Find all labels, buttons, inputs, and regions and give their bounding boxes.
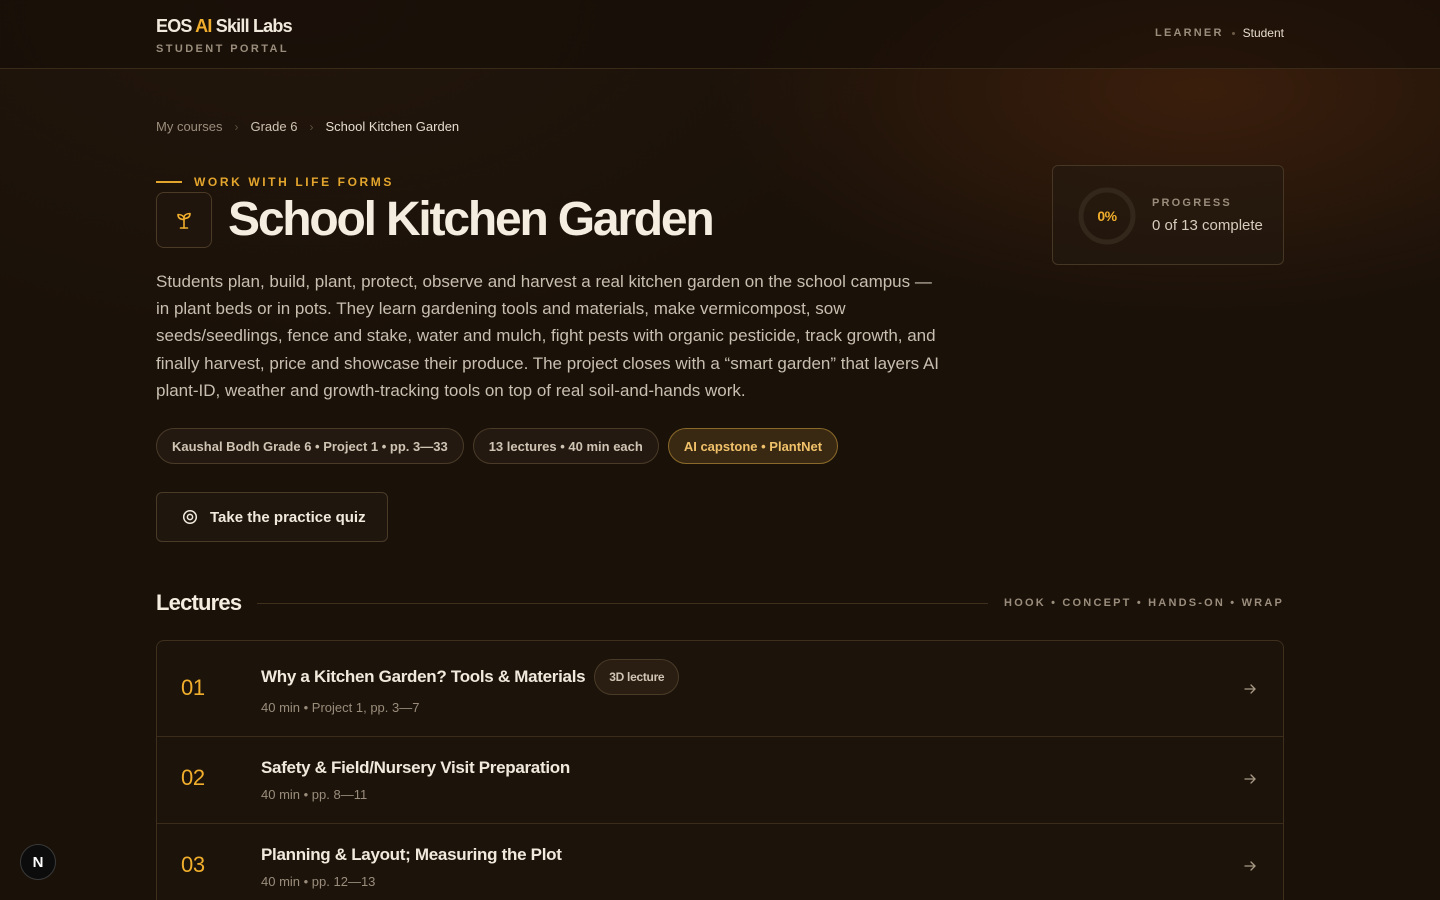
lecture-phases: HOOK • CONCEPT • HANDS-ON • WRAP: [1004, 597, 1284, 609]
breadcrumb-current: School Kitchen Garden: [325, 119, 460, 134]
chevron-right-icon: ›: [234, 119, 239, 134]
lectures-divider: [257, 602, 989, 604]
progress-percent: 0%: [1097, 208, 1117, 224]
arrow-right-icon: [1244, 684, 1256, 694]
lecture-number: 03: [181, 852, 205, 877]
lecture-meta: 40 min • pp. 12—13: [261, 874, 376, 889]
lecture-row-03[interactable]: 03 Planning & Layout; Measuring the Plot…: [157, 824, 1283, 900]
lecture-number: 02: [181, 765, 205, 790]
lecture-title: Safety & Field/Nursery Visit Preparation: [261, 758, 570, 778]
dev-tools-badge[interactable]: N: [20, 844, 56, 880]
lecture-title-text: Why a Kitchen Garden? Tools & Materials: [261, 667, 586, 686]
user-name: Student: [1242, 26, 1284, 40]
arrow-right-icon: [1244, 774, 1256, 784]
page-title: School Kitchen Garden: [228, 193, 715, 246]
eyebrow-rule: [156, 181, 182, 183]
course-tags: Kaushal Bodh Grade 6 • Project 1 • pp. 3…: [156, 428, 839, 464]
lecture-number: 01: [181, 675, 205, 700]
user-role: LEARNER: [1155, 27, 1224, 39]
lecture-title-text: Planning & Layout; Measuring the Plot: [261, 845, 562, 864]
lecture-title-text: Safety & Field/Nursery Visit Preparation: [261, 758, 570, 777]
breadcrumb-my-courses[interactable]: My courses: [156, 119, 222, 134]
progress-label: PROGRESS: [1152, 197, 1232, 209]
user-info[interactable]: LEARNER Student: [1155, 26, 1284, 40]
lecture-list: 01 Why a Kitchen Garden? Tools & Materia…: [156, 640, 1284, 900]
practice-quiz-button[interactable]: Take the practice quiz: [156, 492, 388, 542]
target-icon: [182, 509, 198, 525]
brand-logo: EOS AI Skill Labs: [156, 16, 293, 36]
breadcrumb-grade[interactable]: Grade 6: [250, 119, 297, 134]
category-label: WORK WITH LIFE FORMS: [194, 175, 394, 189]
lectures-header: Lectures HOOK • CONCEPT • HANDS-ON • WRA…: [156, 588, 1284, 618]
sprout-icon: [156, 192, 212, 248]
top-header: EOS AI Skill Labs STUDENT PORTAL LEARNER…: [0, 0, 1440, 69]
3d-lecture-badge: 3D lecture: [594, 659, 680, 695]
arrow-right-icon: [1244, 861, 1256, 871]
breadcrumb: My courses › Grade 6 › School Kitchen Ga…: [156, 119, 459, 134]
lecture-row-02[interactable]: 02 Safety & Field/Nursery Visit Preparat…: [157, 737, 1283, 824]
tag-lectures: 13 lectures • 40 min each: [472, 428, 659, 464]
lecture-meta: 40 min • pp. 8—11: [261, 787, 368, 802]
brand-subtitle: STUDENT PORTAL: [156, 43, 290, 55]
lecture-meta: 40 min • Project 1, pp. 3—7: [261, 700, 420, 715]
tag-ai-capstone: AI capstone • PlantNet: [667, 428, 839, 464]
practice-quiz-label: Take the practice quiz: [210, 508, 366, 526]
progress-value: 0 of 13 complete: [1152, 217, 1263, 234]
lectures-title: Lectures: [156, 590, 242, 615]
course-category: WORK WITH LIFE FORMS: [156, 175, 394, 189]
lecture-title: Planning & Layout; Measuring the Plot: [261, 845, 562, 865]
title-row: School Kitchen Garden: [156, 192, 715, 248]
tag-textbook: Kaushal Bodh Grade 6 • Project 1 • pp. 3…: [156, 428, 464, 464]
chevron-right-icon: ›: [309, 119, 314, 134]
lecture-row-01[interactable]: 01 Why a Kitchen Garden? Tools & Materia…: [157, 641, 1283, 737]
progress-card: 0% PROGRESS 0 of 13 complete: [1052, 165, 1284, 265]
separator-dot: [1231, 31, 1235, 35]
brand[interactable]: EOS AI Skill Labs STUDENT PORTAL: [156, 16, 293, 55]
course-description: Students plan, build, plant, protect, ob…: [156, 272, 940, 400]
lecture-title: Why a Kitchen Garden? Tools & Materials …: [261, 659, 680, 695]
